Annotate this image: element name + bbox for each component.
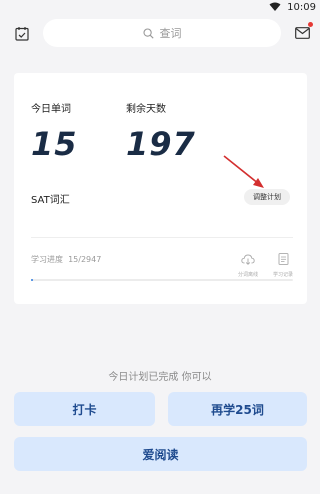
mail-icon[interactable] [292, 22, 313, 43]
days-left-label: 剩余天数 [126, 104, 166, 115]
offline-download-label: 分词离线 [237, 272, 258, 278]
reading-button[interactable]: 爱阅读 [14, 437, 307, 471]
study-record-button[interactable]: 学习记录 [269, 250, 297, 278]
today-words-label: 今日单词 [31, 104, 71, 115]
search-icon [142, 27, 154, 39]
divider [31, 237, 293, 238]
status-time: 10:09 [287, 1, 316, 13]
status-bar: 10:09 [0, 0, 320, 14]
notification-dot [308, 22, 313, 27]
progress-label: 学习进度 [31, 255, 63, 264]
days-left-value: 197 [126, 125, 196, 163]
offline-download-button[interactable]: 分词离线 [234, 250, 262, 278]
plan-complete-message: 今日计划已完成 你可以 [108, 372, 212, 383]
today-words-value: 15 [31, 125, 78, 163]
wifi-icon [269, 2, 281, 11]
learn-more-button[interactable]: 再学25词 [168, 392, 307, 426]
check-in-button[interactable]: 打卡 [14, 392, 155, 426]
progress-value: 15/2947 [68, 255, 102, 264]
calendar-check-icon[interactable] [12, 23, 32, 43]
study-record-label: 学习记录 [272, 272, 293, 278]
progress-bar-fill [31, 279, 34, 281]
document-icon [278, 253, 288, 265]
book-name[interactable]: SAT词汇 [31, 191, 70, 206]
search-input[interactable]: 查词 [43, 19, 281, 47]
top-bar: 查词 [0, 16, 320, 50]
adjust-plan-button[interactable]: 调整计划 [244, 189, 290, 205]
progress-text: 学习进度 15/2947 [31, 254, 101, 265]
cloud-download-icon [241, 254, 255, 265]
search-placeholder: 查词 [159, 27, 182, 40]
progress-bar [31, 279, 293, 281]
